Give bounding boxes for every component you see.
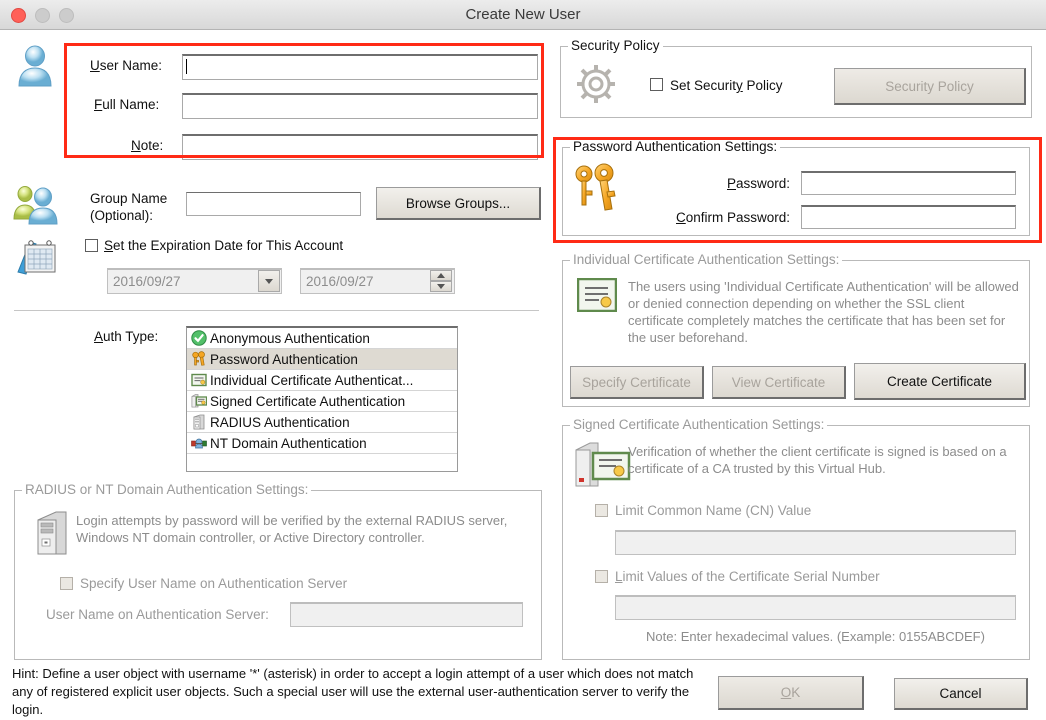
auth-type-item[interactable]: Anonymous Authentication [187,328,457,349]
note-input[interactable] [182,134,538,160]
security-policy-button[interactable]: Security Policy [834,68,1026,105]
user-icon [18,45,52,87]
limit-serial-input[interactable] [615,595,1016,620]
cancel-button-label: Cancel [939,686,982,701]
expiration-time-spinner[interactable] [430,270,452,292]
auth-type-label: Auth Type: [94,329,159,344]
security-policy-caption: Security Policy [568,38,663,53]
confirm-password-label: Confirm Password: [676,210,791,225]
section-divider [14,310,539,311]
auth-type-item-label: Individual Certificate Authenticat... [210,372,414,388]
auth-type-item-label: Password Authentication [210,351,358,367]
note-label: Note: [131,138,164,153]
user-name-label: User Name: [90,58,163,73]
browse-groups-button[interactable]: Browse Groups... [376,187,541,220]
text-caret [186,59,187,74]
signed-certificate-icon [190,393,207,410]
specify-username-checkbox[interactable] [60,577,73,590]
expiration-date-value: 2016/09/27 [113,274,181,289]
window-title: Create New User [465,6,581,23]
group-name-label-line1: Group Name [90,191,168,206]
limit-cn-label: Limit Common Name (CN) Value [615,503,812,518]
triangle-down-icon [437,284,445,289]
radius-description: Login attempts by password will be verif… [76,513,508,545]
radius-settings-caption: RADIUS or NT Domain Authentication Setti… [22,482,312,497]
auth-type-list[interactable]: Anonymous Authentication Password Authent… [186,326,458,472]
password-settings-caption: Password Authentication Settings: [570,139,781,154]
specify-certificate-label: Specify Certificate [582,374,691,390]
chevron-down-icon [265,278,273,284]
window-title-bar: Create New User [0,0,1046,30]
group-name-label-line2: (Optional): [90,208,154,223]
limit-cn-input[interactable] [615,530,1016,555]
gear-icon [577,65,615,103]
cancel-button[interactable]: Cancel [894,678,1028,710]
password-input[interactable] [801,171,1016,195]
signed-cert-description: Verification of whether the client certi… [628,444,1007,476]
view-certificate-label: View Certificate [731,374,826,390]
specify-certificate-button[interactable]: Specify Certificate [570,366,704,399]
expiration-checkbox[interactable] [85,239,98,252]
auth-server-username-label: User Name on Authentication Server: [46,607,269,622]
view-certificate-button[interactable]: View Certificate [712,366,846,399]
user-name-input[interactable] [182,54,538,80]
auth-type-item[interactable]: RADIUS Authentication [187,412,457,433]
browse-groups-label: Browse Groups... [405,195,511,211]
limit-serial-label: Limit Values of the Certificate Serial N… [615,569,880,584]
green-check-icon [190,330,207,347]
triangle-up-icon [437,273,445,278]
auth-type-item-label: NT Domain Authentication [210,435,367,451]
nt-domain-icon [190,435,207,452]
expiration-date-dropdown-button[interactable] [258,270,280,292]
keys-icon [190,351,207,368]
password-label: Password: [727,176,791,191]
group-icon [13,186,58,225]
full-name-input[interactable] [182,93,538,119]
expiration-checkbox-label: Set the Expiration Date for This Account [104,238,344,253]
auth-type-item[interactable]: Individual Certificate Authenticat... [187,370,457,391]
create-certificate-button[interactable]: Create Certificate [854,363,1026,400]
expiration-time-value: 2016/09/27 [306,274,374,289]
signed-certificate-icon [575,442,631,487]
limit-serial-checkbox[interactable] [595,570,608,583]
ok-button[interactable]: OK [718,676,864,710]
full-name-label: Full Name: [94,97,160,112]
ok-button-label: OK [780,685,801,700]
set-security-policy-label: Set Security Policy [670,78,783,93]
security-policy-button-label: Security Policy [885,78,974,94]
confirm-password-input[interactable] [801,205,1016,229]
individual-cert-caption: Individual Certificate Authentication Se… [570,252,843,267]
calendar-icon [17,240,56,275]
auth-server-username-input[interactable] [290,602,523,627]
limit-cn-checkbox[interactable] [595,504,608,517]
server-tower-icon [37,511,67,555]
set-security-policy-checkbox[interactable] [650,78,663,91]
certificate-icon [190,372,207,389]
server-icon [190,414,207,431]
hint-text: Hint: Define a user object with username… [12,666,694,717]
serial-note: Note: Enter hexadecimal values. (Example… [646,629,985,644]
group-name-input[interactable] [186,192,361,216]
signed-cert-caption: Signed Certificate Authentication Settin… [570,417,828,432]
auth-type-item[interactable]: Signed Certificate Authentication [187,391,457,412]
auth-type-item[interactable]: Password Authentication [187,349,457,370]
spinner-down-button[interactable] [430,281,452,292]
spinner-up-button[interactable] [430,270,452,281]
auth-type-item-label: RADIUS Authentication [210,414,350,430]
individual-cert-description: The users using 'Individual Certificate … [628,279,1019,345]
create-certificate-label: Create Certificate [886,373,993,389]
auth-type-item-label: Signed Certificate Authentication [210,393,406,409]
specify-username-label: Specify User Name on Authentication Serv… [80,576,348,591]
keys-icon [575,163,616,211]
auth-type-item-label: Anonymous Authentication [210,330,370,346]
certificate-icon [577,278,617,312]
auth-type-item[interactable]: NT Domain Authentication [187,433,457,454]
